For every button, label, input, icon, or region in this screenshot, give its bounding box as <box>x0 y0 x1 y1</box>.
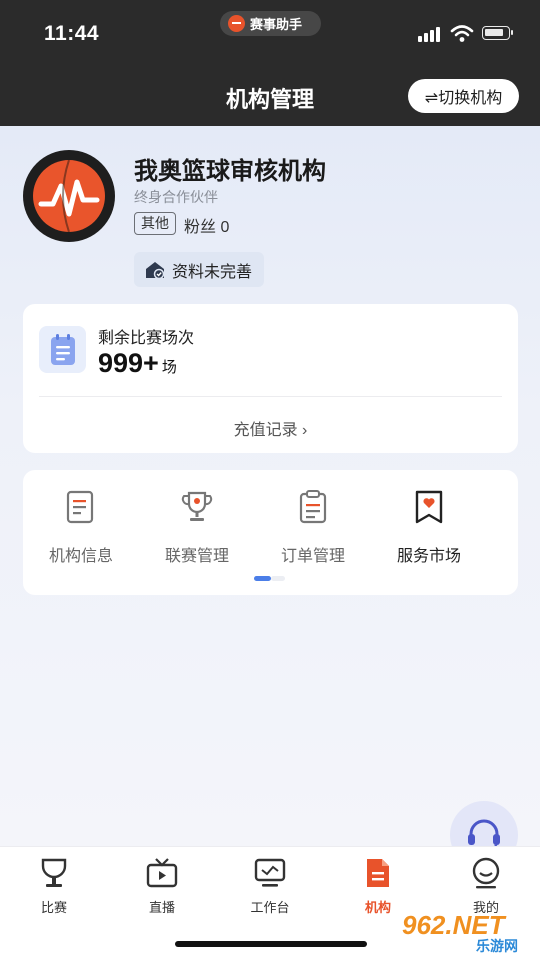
fans-label: 粉丝 <box>184 219 217 236</box>
org-name: 我奥篮球审核机构 <box>134 158 326 185</box>
notepad-icon <box>39 326 86 373</box>
tab-match[interactable]: 比赛 <box>0 855 108 916</box>
remaining-matches-unit: 场 <box>161 359 177 376</box>
menu-item-order-manage[interactable]: 订单管理 <box>255 488 371 566</box>
profile-status-label: 资料未完善 <box>172 263 253 281</box>
clipboard-icon <box>299 490 327 524</box>
menu-item-label: 机构信息 <box>48 548 113 565</box>
page-dot <box>271 576 285 581</box>
balance-card: 剩余比赛场次 999+ 场 充值记录 › <box>23 304 518 453</box>
wifi-icon <box>450 25 474 42</box>
basketball-logo-icon <box>33 160 105 232</box>
divider <box>39 396 502 397</box>
cellular-signal-icon <box>418 27 440 42</box>
top-bar: 11:44 赛事助手 机构管理 ⇌切换机构 <box>0 0 540 126</box>
tab-workbench[interactable]: 工作台 <box>216 855 324 916</box>
page-indicator <box>254 576 285 581</box>
tab-label: 工作台 <box>250 900 290 915</box>
trophy-icon <box>181 491 213 521</box>
app-pill: 赛事助手 <box>220 11 321 36</box>
menu-item-service-market[interactable]: 服务市场 <box>371 488 487 566</box>
org-type-tag: 其他 <box>134 212 176 235</box>
remaining-matches-label: 剩余比赛场次 <box>98 330 195 347</box>
tab-live[interactable]: 直播 <box>108 855 216 916</box>
fans-count: 粉丝 0 <box>184 213 229 237</box>
menu-card: 机构信息 联赛管理 订单管理 服务市场 <box>23 470 518 595</box>
tab-label: 比赛 <box>40 900 67 915</box>
recharge-record-link[interactable]: 充值记录 › <box>23 416 518 440</box>
menu-item-league-manage[interactable]: 联赛管理 <box>139 488 255 566</box>
menu-item-label: 订单管理 <box>280 548 345 565</box>
switch-org-button[interactable]: ⇌切换机构 <box>408 79 519 113</box>
remaining-matches-number: 999+ <box>98 348 159 378</box>
org-subtitle: 终身合作伙伴 <box>134 189 218 205</box>
remaining-matches-value: 999+ 场 <box>98 348 177 379</box>
menu-item-label: 服务市场 <box>396 548 461 565</box>
battery-icon <box>482 26 513 40</box>
status-time: 11:44 <box>44 22 100 45</box>
tab-label: 直播 <box>148 900 175 915</box>
smile-icon <box>472 857 500 889</box>
monitor-icon <box>254 858 286 887</box>
fans-value: 0 <box>220 219 230 236</box>
org-icon <box>367 859 389 887</box>
profile-incomplete-button[interactable]: 资料未完善 <box>134 252 264 287</box>
tab-org[interactable]: 机构 <box>324 855 432 916</box>
menu-item-org-info[interactable]: 机构信息 <box>23 488 139 566</box>
app-logo-icon <box>228 15 245 32</box>
tv-icon <box>146 858 178 888</box>
bookmark-heart-icon <box>415 490 443 524</box>
menu-item-label: 联赛管理 <box>164 548 229 565</box>
home-indicator[interactable] <box>175 941 367 947</box>
house-check-icon <box>146 261 165 279</box>
watermark-sub: 乐游网 <box>476 938 518 954</box>
document-icon <box>66 490 94 524</box>
org-avatar[interactable] <box>23 150 115 242</box>
tab-mine[interactable]: 我的 <box>432 855 540 916</box>
page-dot-active <box>254 576 271 581</box>
watermark: 962.NET 乐游网 <box>402 910 538 956</box>
cup-icon <box>41 858 67 887</box>
app-pill-label: 赛事助手 <box>250 17 303 32</box>
